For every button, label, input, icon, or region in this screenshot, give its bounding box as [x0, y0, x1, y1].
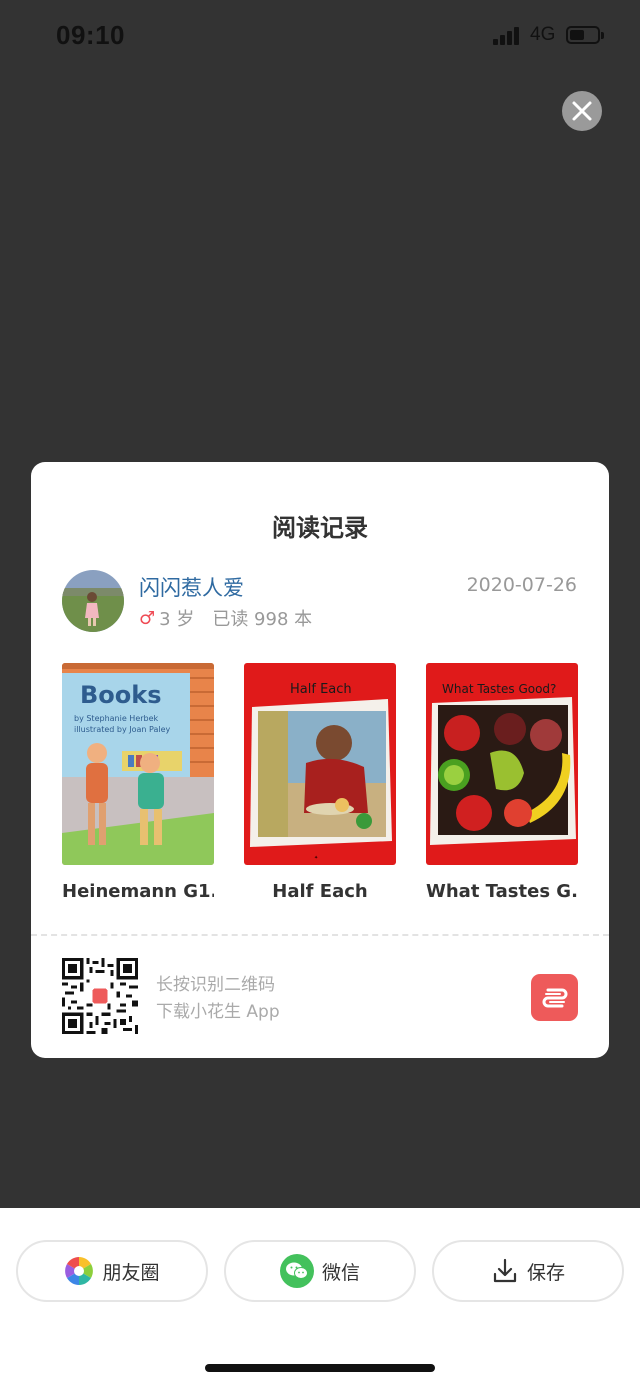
download-icon — [493, 1258, 517, 1283]
close-icon — [572, 101, 592, 121]
save-label: 保存 — [526, 1261, 565, 1284]
network-label: 4G — [530, 24, 556, 45]
app-logo-icon — [531, 974, 578, 1021]
cover-author: by Stephanie Herbek — [74, 714, 159, 723]
qr-hint: 长按识别二维码 下载小花生 App — [156, 972, 280, 1026]
avatar — [62, 570, 124, 632]
share-wechat-label: 微信 — [321, 1261, 360, 1284]
book-item[interactable]: What Tastes Good? What Tastes G... — [426, 663, 578, 902]
book-title: Heinemann G1... — [62, 881, 214, 902]
cover-title: What Tastes Good? — [442, 682, 556, 696]
user-age: 3 岁 — [159, 609, 195, 630]
qr-hint-line2: 下载小花生 App — [156, 1002, 280, 1022]
cover-illustrator: illustrated by Joan Paley — [74, 725, 171, 734]
record-date: 2020-07-26 — [466, 574, 577, 596]
user-meta: ♂ 3 岁 已读 998 本 — [139, 605, 312, 631]
share-moments-label: 朋友圈 — [102, 1261, 160, 1284]
svg-text:✦: ✦ — [314, 855, 318, 861]
cover-title: Half Each — [290, 682, 352, 697]
book-title: Half Each — [272, 881, 368, 902]
book-cover: What Tastes Good? — [426, 663, 578, 865]
signal-icon — [493, 27, 519, 45]
divider — [31, 934, 609, 936]
book-item[interactable]: Books by Stephanie Herbek illustrated by… — [62, 663, 214, 902]
qr-hint-line1: 长按识别二维码 — [156, 975, 275, 995]
home-indicator — [205, 1364, 435, 1372]
user-name: 闪闪惹人爱 — [139, 576, 244, 600]
reading-record-card: 阅读记录 闪闪惹人爱 2020-07-26 ♂ 3 岁 已读 998 本 Boo… — [31, 462, 609, 1058]
book-item[interactable]: Half Each ✦ Half Each — [244, 663, 396, 902]
close-button[interactable] — [562, 91, 602, 131]
status-time: 09:10 — [56, 20, 125, 50]
share-action-bar: 朋友圈 微信 保存 — [0, 1208, 640, 1385]
save-button[interactable]: 保存 — [432, 1240, 624, 1302]
status-bar: 09:10 4G — [0, 0, 640, 70]
qr-code[interactable] — [62, 958, 138, 1034]
card-title: 阅读记录 — [272, 514, 368, 542]
book-cover: Books by Stephanie Herbek illustrated by… — [62, 663, 214, 865]
share-wechat-button[interactable]: 微信 — [224, 1240, 416, 1302]
moments-icon — [65, 1257, 94, 1285]
battery-icon — [566, 26, 604, 44]
read-count: 已读 998 本 — [212, 609, 313, 630]
book-title: What Tastes G... — [426, 881, 578, 902]
wechat-icon — [279, 1254, 314, 1288]
cover-title: Books — [80, 681, 162, 709]
male-icon: ♂ — [139, 607, 156, 629]
share-moments-button[interactable]: 朋友圈 — [16, 1240, 208, 1302]
book-list: Books by Stephanie Herbek illustrated by… — [62, 663, 578, 913]
book-cover: Half Each ✦ — [244, 663, 396, 865]
